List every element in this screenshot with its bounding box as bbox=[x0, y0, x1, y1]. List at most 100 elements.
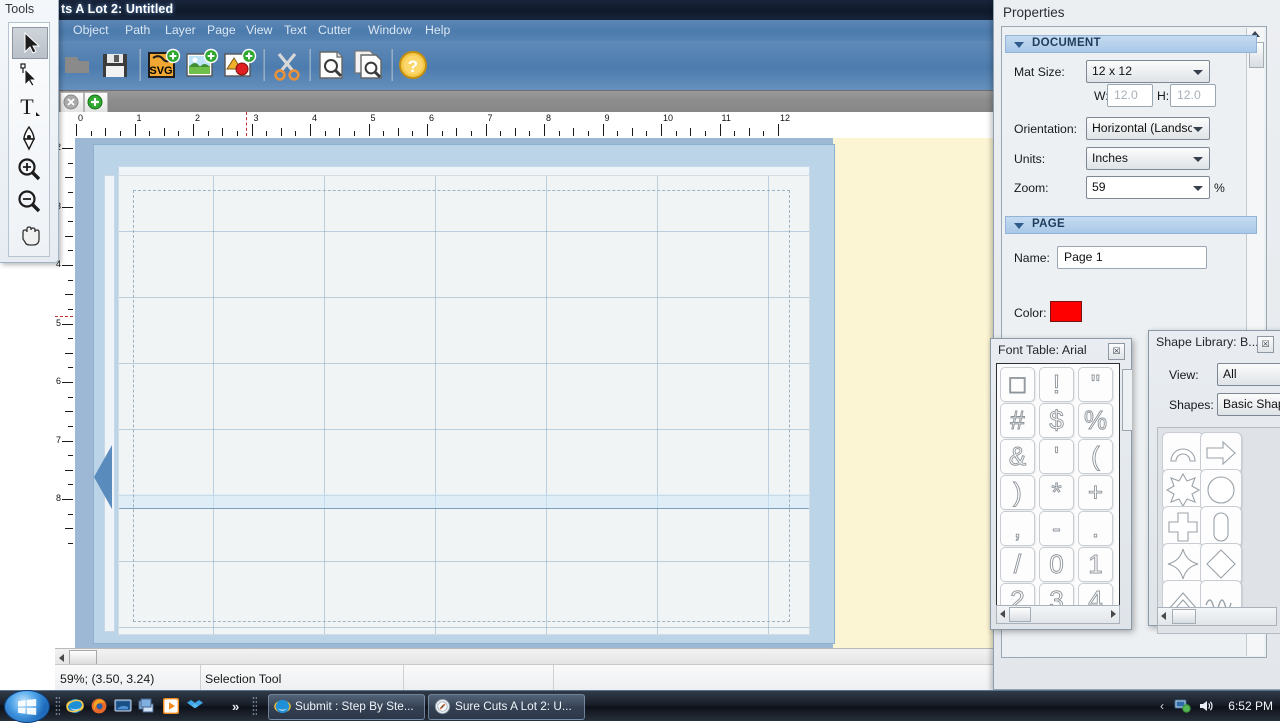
close-icon[interactable]: ☒ bbox=[1257, 336, 1274, 353]
menu-item-view[interactable]: View bbox=[244, 23, 274, 37]
font-glyph-cell[interactable]: □ bbox=[1000, 367, 1035, 402]
scroll-left-icon[interactable] bbox=[59, 654, 64, 662]
circle-shape[interactable] bbox=[1200, 469, 1242, 511]
orientation-select[interactable]: Horizontal (Landscap bbox=[1086, 117, 1210, 140]
firefox-icon[interactable] bbox=[90, 697, 108, 715]
cut-icon[interactable] bbox=[269, 47, 305, 83]
menu-item-path[interactable]: Path bbox=[123, 23, 152, 37]
help-icon[interactable]: ? bbox=[395, 47, 431, 83]
taskbar-grip[interactable] bbox=[252, 696, 257, 716]
font-glyph-grid[interactable]: □! " # $% & '() * +, -. /0 1 2 3 4 bbox=[996, 363, 1120, 606]
design-canvas[interactable] bbox=[75, 138, 1000, 648]
canvas-hscrollbar[interactable] bbox=[55, 648, 1000, 665]
dropbox-icon[interactable] bbox=[186, 697, 204, 715]
media-player-icon[interactable] bbox=[162, 697, 180, 715]
close-tab-icon[interactable] bbox=[60, 92, 84, 114]
import-svg-icon[interactable]: SVG bbox=[145, 47, 181, 83]
scroll-left-icon[interactable] bbox=[1000, 610, 1005, 618]
shape-grid[interactable] bbox=[1157, 427, 1280, 634]
font-glyph-cell[interactable]: 1 bbox=[1078, 547, 1113, 582]
menu-item-object[interactable]: Object bbox=[71, 23, 111, 37]
font-glyph-cell[interactable]: , bbox=[1000, 511, 1035, 546]
quick-launch-overflow[interactable]: » bbox=[232, 699, 239, 714]
arc-shape[interactable] bbox=[1162, 432, 1204, 474]
font-glyph-cell[interactable]: # bbox=[1000, 403, 1035, 438]
font-glyph-cell[interactable]: 2 bbox=[1000, 583, 1035, 605]
font-glyph-cell[interactable]: / bbox=[1000, 547, 1035, 582]
font-glyph-cell[interactable]: . bbox=[1078, 511, 1113, 546]
font-glyph-cell[interactable]: 0 bbox=[1039, 547, 1074, 582]
menu-item-help[interactable]: Help bbox=[423, 23, 452, 37]
close-icon[interactable]: ☒ bbox=[1108, 343, 1125, 360]
font-glyph-cell[interactable]: ( bbox=[1078, 439, 1113, 474]
menu-item-cutter[interactable]: Cutter bbox=[316, 23, 354, 37]
burst-shape[interactable] bbox=[1162, 469, 1204, 511]
page-color-swatch[interactable] bbox=[1050, 301, 1082, 322]
font-glyph-cell[interactable]: - bbox=[1039, 511, 1074, 546]
page-name-input[interactable]: Page 1 bbox=[1057, 246, 1207, 269]
font-glyph-cell[interactable]: " bbox=[1078, 367, 1113, 402]
import-image-icon[interactable] bbox=[183, 47, 219, 83]
zoom-in-tool[interactable] bbox=[12, 155, 46, 185]
selection-tool[interactable] bbox=[12, 27, 48, 59]
arrow-right-shape[interactable] bbox=[1200, 432, 1242, 474]
view-select[interactable]: All bbox=[1217, 363, 1280, 386]
height-input[interactable]: 12.0 bbox=[1170, 84, 1216, 107]
start-orb[interactable] bbox=[4, 690, 50, 723]
clock-time[interactable]: 6:52 PM bbox=[1228, 699, 1273, 713]
font-glyph-cell[interactable]: % bbox=[1078, 403, 1113, 438]
node-edit-tool[interactable] bbox=[12, 59, 46, 89]
font-glyph-cell[interactable]: ' bbox=[1039, 439, 1074, 474]
hscroll-thumb[interactable] bbox=[69, 650, 97, 665]
pan-tool[interactable] bbox=[12, 219, 46, 249]
show-desktop-icon[interactable] bbox=[114, 697, 132, 715]
section-document-header[interactable]: DOCUMENT bbox=[1005, 35, 1257, 53]
scroll-right-icon[interactable] bbox=[1111, 610, 1116, 618]
font-glyph-cell[interactable]: ! bbox=[1039, 367, 1074, 402]
font-glyph-cell[interactable]: * bbox=[1039, 475, 1074, 510]
menu-item-layer[interactable]: Layer bbox=[163, 23, 198, 37]
units-select[interactable]: Inches bbox=[1086, 147, 1210, 170]
internet-explorer-icon[interactable] bbox=[66, 697, 84, 715]
shape-library-scroll-thumb[interactable] bbox=[1172, 609, 1196, 624]
menu-item-page[interactable]: Page bbox=[205, 23, 238, 37]
rounded-rect-shape[interactable] bbox=[1200, 506, 1242, 548]
zoom-out-tool[interactable] bbox=[12, 187, 46, 217]
zoom-select[interactable]: 59 bbox=[1086, 176, 1210, 199]
open-icon[interactable] bbox=[59, 47, 95, 83]
quick-launch-grip[interactable] bbox=[55, 696, 60, 716]
text-tool[interactable]: T bbox=[12, 91, 46, 121]
diamond-shape[interactable] bbox=[1200, 543, 1242, 585]
save-icon[interactable] bbox=[97, 47, 133, 83]
cross-shape[interactable] bbox=[1162, 506, 1204, 548]
switch-windows-icon[interactable] bbox=[138, 697, 156, 715]
font-table-scrollbar[interactable] bbox=[996, 605, 1120, 624]
taskbar-task-scal[interactable]: Sure Cuts A Lot 2: U... bbox=[428, 694, 585, 720]
font-glyph-cell[interactable]: & bbox=[1000, 439, 1035, 474]
add-tab-icon[interactable] bbox=[84, 92, 108, 114]
import-shape-icon[interactable] bbox=[221, 47, 257, 83]
page-position-marker[interactable] bbox=[94, 445, 112, 509]
star4-shape[interactable] bbox=[1162, 543, 1204, 585]
font-glyph-cell[interactable]: 4 bbox=[1078, 583, 1113, 605]
network-icon[interactable] bbox=[1174, 698, 1192, 717]
font-glyph-cell[interactable]: $ bbox=[1039, 403, 1074, 438]
menu-item-text[interactable]: Text bbox=[282, 23, 309, 37]
tray-expand-icon[interactable]: ‹ bbox=[1160, 699, 1164, 713]
cutting-mat[interactable] bbox=[93, 144, 835, 644]
mat-size-select[interactable]: 12 x 12 bbox=[1086, 60, 1210, 83]
font-glyph-cell[interactable]: + bbox=[1078, 475, 1113, 510]
width-input[interactable]: 12.0 bbox=[1107, 84, 1153, 107]
font-glyph-cell[interactable]: 3 bbox=[1039, 583, 1074, 605]
print-preview-icon[interactable] bbox=[351, 47, 387, 83]
shapes-select[interactable]: Basic Shap bbox=[1217, 393, 1280, 416]
menu-item-window[interactable]: Window bbox=[366, 23, 414, 37]
shape-library-scrollbar[interactable] bbox=[1157, 607, 1277, 626]
font-table-scroll-thumb[interactable] bbox=[1009, 607, 1031, 622]
scroll-left-icon[interactable] bbox=[1161, 612, 1166, 620]
mat-grid-area[interactable] bbox=[118, 175, 810, 635]
taskbar-task-browser[interactable]: Submit : Step By Ste... bbox=[268, 694, 425, 720]
font-glyph-cell[interactable]: ) bbox=[1000, 475, 1035, 510]
pen-tool[interactable] bbox=[12, 123, 46, 153]
section-page-header[interactable]: PAGE bbox=[1005, 216, 1257, 234]
